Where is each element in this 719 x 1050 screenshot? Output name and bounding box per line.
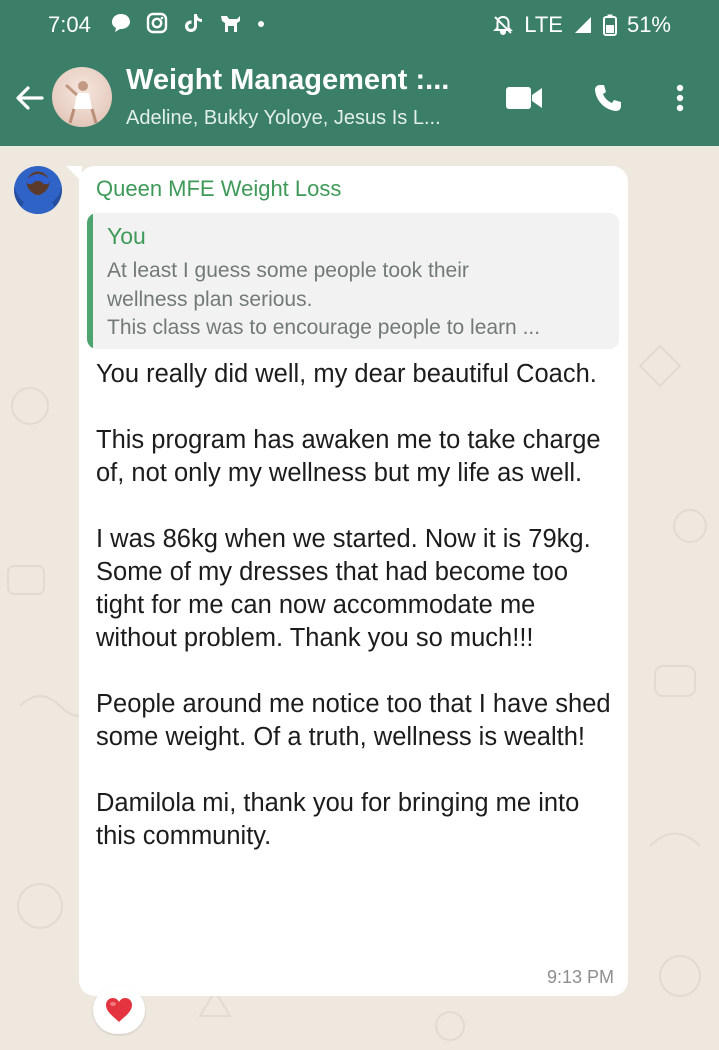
- more-options-button[interactable]: [660, 78, 700, 118]
- quote-bar: [87, 213, 93, 349]
- notification-icons: [110, 12, 266, 34]
- message-paragraph: People around me notice too that I have …: [96, 690, 611, 751]
- message-paragraph: I was 86kg when we started. Now it is 79…: [96, 525, 591, 652]
- status-time: 7:04: [48, 12, 91, 37]
- phone-icon: [595, 85, 621, 111]
- back-button[interactable]: [10, 78, 50, 118]
- reaction-badge[interactable]: [93, 986, 145, 1034]
- quote-line: At least I guess some people took their: [107, 259, 469, 282]
- quoted-message[interactable]: You At least I guess some people took th…: [87, 213, 619, 349]
- message-paragraph: This program has awaken me to take charg…: [96, 426, 601, 487]
- status-bar: 7:04 LTE 51%: [0, 0, 719, 50]
- chat-header: Weight Management :... Adeline, Bukky Yo…: [0, 50, 719, 146]
- message-timestamp: 9:13 PM: [546, 967, 614, 987]
- instagram-icon: [146, 12, 168, 34]
- video-call-icon: [506, 87, 542, 109]
- sender-name[interactable]: Queen MFE Weight Loss: [96, 176, 341, 202]
- voice-call-button[interactable]: [588, 78, 628, 118]
- quote-text: At least I guess some people took their …: [107, 257, 612, 343]
- battery-icon: [602, 14, 617, 36]
- chat-bubble-icon: [112, 14, 130, 32]
- video-call-button[interactable]: [504, 78, 544, 118]
- message-paragraph: You really did well, my dear beautiful C…: [96, 360, 597, 388]
- quote-line: wellness plan serious.: [107, 287, 313, 311]
- sender-photo: [20, 174, 56, 214]
- quote-author: You: [107, 223, 146, 249]
- more-vert-icon: [676, 84, 684, 112]
- dot-icon: [258, 21, 264, 27]
- sender-avatar[interactable]: [14, 166, 62, 214]
- tiktok-icon: [185, 14, 202, 32]
- dog-icon: [221, 16, 240, 32]
- network-type: LTE: [524, 12, 563, 37]
- bell-off-icon: [493, 15, 514, 36]
- group-photo: [64, 81, 98, 124]
- heart-icon: [106, 998, 132, 1022]
- message-bubble[interactable]: Queen MFE Weight Loss You At least I gue…: [79, 166, 628, 996]
- chat-title[interactable]: Weight Management :...: [126, 64, 449, 97]
- battery-percent: 51%: [626, 12, 671, 37]
- signal-icon: [574, 17, 591, 33]
- system-icons: LTE 51%: [492, 12, 671, 38]
- quote-line: This class was to encourage people to le…: [107, 316, 541, 339]
- message-paragraph: Damilola mi, thank you for bringing me i…: [96, 789, 580, 850]
- group-avatar[interactable]: [52, 67, 112, 127]
- chat-participants[interactable]: Adeline, Bukky Yoloye, Jesus Is L...: [126, 107, 441, 130]
- arrow-back-icon: [16, 86, 44, 110]
- message-text: You really did well, my dear beautiful C…: [96, 358, 616, 853]
